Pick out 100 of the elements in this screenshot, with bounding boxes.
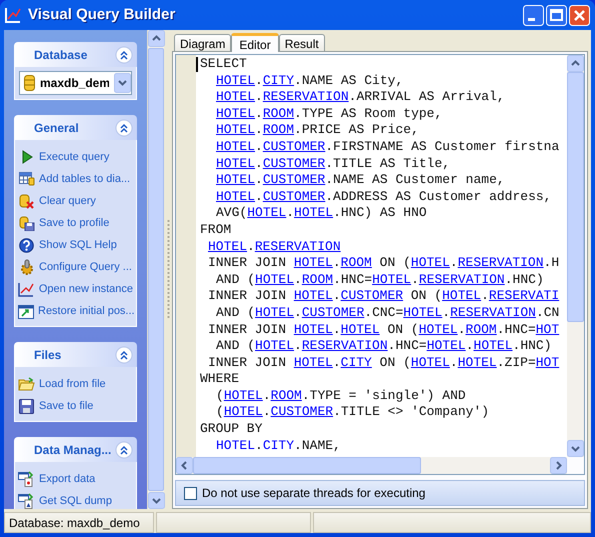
table-link[interactable]: HOTEL bbox=[294, 205, 334, 220]
scroll-left-icon[interactable] bbox=[176, 457, 193, 474]
scrollbar[interactable] bbox=[567, 55, 584, 457]
table-link[interactable]: ROOM bbox=[340, 255, 372, 270]
table-link[interactable]: ROOM bbox=[270, 388, 302, 403]
table-link[interactable]: ROOM bbox=[262, 106, 294, 121]
table-link[interactable]: HOTEL bbox=[403, 304, 442, 320]
task-link[interactable]: Add tables to dia... bbox=[39, 170, 130, 188]
table-link[interactable]: RESERVATION bbox=[254, 238, 341, 254]
close-icon[interactable] bbox=[569, 4, 590, 26]
table-link[interactable]: HOT bbox=[536, 322, 560, 336]
table-link[interactable]: HOTEL bbox=[410, 255, 450, 270]
table-link[interactable]: HOTEL bbox=[294, 322, 333, 336]
table-link[interactable]: CITY bbox=[340, 354, 372, 370]
table-link[interactable]: CUSTOMER bbox=[270, 404, 334, 420]
table-link[interactable]: HOTEL bbox=[216, 172, 256, 188]
table-link[interactable]: HOTEL bbox=[294, 255, 333, 270]
table-link[interactable]: HOTEL bbox=[340, 322, 380, 336]
task-link[interactable]: Load from file bbox=[39, 376, 106, 392]
minimize-icon[interactable] bbox=[523, 4, 544, 26]
tab[interactable]: Diagram bbox=[174, 34, 232, 51]
table-link[interactable]: RESERVATION bbox=[302, 338, 388, 354]
tab[interactable]: Result bbox=[278, 34, 325, 51]
task-link[interactable]: Clear query bbox=[39, 192, 96, 210]
table-link[interactable]: HOTEL bbox=[208, 238, 248, 254]
dropdown-caret-icon[interactable] bbox=[114, 73, 131, 93]
group-header[interactable]: General bbox=[14, 115, 137, 140]
table-link[interactable]: HOTEL bbox=[216, 156, 256, 171]
table-link[interactable]: RESERVATION bbox=[262, 89, 349, 104]
table-link[interactable]: HOTEL bbox=[216, 106, 256, 121]
tab[interactable]: Editor bbox=[231, 33, 279, 52]
code-line: GROUP BY bbox=[199, 421, 264, 438]
table-link[interactable]: HOTEL bbox=[294, 354, 333, 370]
task-link[interactable]: Execute query bbox=[39, 148, 110, 166]
table-link[interactable]: HOTEL bbox=[442, 288, 482, 304]
table-link[interactable]: HOTEL bbox=[216, 72, 256, 88]
table-link[interactable]: HOT bbox=[536, 354, 560, 370]
scroll-right-icon[interactable] bbox=[550, 457, 567, 474]
table-link[interactable]: CITY bbox=[262, 72, 294, 88]
table-link[interactable]: ROOM bbox=[262, 122, 294, 138]
table-link[interactable]: HOTEL bbox=[216, 138, 256, 154]
table-link[interactable]: HOTEL bbox=[255, 338, 294, 354]
task-link[interactable]: Open new instance bbox=[38, 280, 133, 298]
scroll-down-icon[interactable] bbox=[567, 440, 584, 457]
collapse-icon[interactable] bbox=[115, 118, 133, 136]
scroll-up-icon[interactable] bbox=[148, 30, 165, 47]
table-link[interactable]: HOTEL bbox=[216, 89, 256, 104]
scrollbar[interactable] bbox=[176, 457, 567, 474]
table-link[interactable]: HOTEL bbox=[372, 272, 412, 287]
table-link[interactable]: CUSTOMER bbox=[262, 156, 326, 171]
collapse-icon[interactable] bbox=[115, 440, 133, 458]
table-link[interactable]: RESERVATION bbox=[418, 272, 505, 287]
group-header[interactable]: Data Manag... bbox=[14, 437, 137, 462]
scroll-thumb[interactable] bbox=[567, 72, 584, 322]
table-link[interactable]: HOTEL bbox=[474, 338, 513, 354]
code-line: AND (HOTEL.ROOM.HNC=HOTEL.RESERVATION.HNC) bbox=[215, 272, 545, 288]
table-link[interactable]: HOTEL bbox=[458, 354, 497, 370]
scroll-thumb[interactable] bbox=[193, 457, 421, 474]
task-link[interactable]: Save to file bbox=[39, 398, 94, 414]
table-link[interactable]: HOTEL bbox=[216, 188, 256, 204]
task-link[interactable]: Save to profile bbox=[39, 214, 110, 232]
checkbox[interactable] bbox=[184, 486, 197, 500]
table-link[interactable]: HOTEL bbox=[426, 338, 466, 354]
table-link[interactable]: HOTEL bbox=[255, 272, 294, 287]
code-line: HOTEL.ROOM.PRICE AS Price, bbox=[215, 122, 420, 139]
table-icon bbox=[18, 172, 34, 186]
table-link[interactable]: HOTEL bbox=[294, 288, 333, 304]
table-link[interactable]: RESERVATI bbox=[488, 288, 560, 304]
splitter-grip-icon[interactable] bbox=[166, 220, 170, 320]
task-link[interactable]: Restore initial pos... bbox=[38, 302, 135, 320]
table-link[interactable]: RESERVATION bbox=[458, 255, 544, 270]
table-link[interactable]: CUSTOMER bbox=[262, 138, 326, 154]
table-link[interactable]: CUSTOMER bbox=[340, 288, 404, 304]
code-line: AND (HOTEL.RESERVATION.HNC=HOTEL.HOTEL.HNC) bbox=[215, 338, 553, 355]
table-link[interactable]: HOTEL bbox=[224, 388, 263, 403]
table-link[interactable]: ROOM bbox=[466, 322, 497, 336]
table-link[interactable]: HOTEL bbox=[418, 322, 458, 336]
table-link[interactable]: HOTEL bbox=[410, 354, 450, 370]
scroll-down-icon[interactable] bbox=[148, 492, 165, 509]
collapse-icon[interactable] bbox=[115, 346, 133, 364]
table-link[interactable]: HOTEL bbox=[247, 205, 286, 220]
scroll-up-icon[interactable] bbox=[567, 55, 584, 72]
group-header[interactable]: Files bbox=[14, 342, 137, 367]
table-link[interactable]: RESERVATION bbox=[450, 304, 536, 320]
table-link[interactable]: HOTEL bbox=[255, 304, 294, 320]
database-dropdown[interactable]: maxdb_dem bbox=[19, 71, 132, 95]
task-link[interactable]: Export data bbox=[39, 470, 96, 488]
table-link[interactable]: HOTEL bbox=[224, 404, 263, 420]
group-header[interactable]: Database bbox=[14, 42, 137, 67]
table-link[interactable]: HOTEL bbox=[216, 122, 256, 138]
table-link[interactable]: CUSTOMER bbox=[302, 304, 364, 320]
task-link[interactable]: Show SQL Help bbox=[39, 236, 117, 254]
task-link[interactable]: Get SQL dump bbox=[39, 492, 112, 509]
maximize-icon[interactable] bbox=[546, 4, 567, 26]
table-link[interactable]: ROOM bbox=[302, 272, 334, 287]
code-line: (HOTEL.ROOM.TYPE = 'single') AND bbox=[215, 388, 467, 404]
task-link[interactable]: Configure Query ... bbox=[39, 258, 132, 276]
table-link[interactable]: CUSTOMER bbox=[262, 188, 326, 204]
table-link[interactable]: CUSTOMER bbox=[262, 172, 326, 188]
collapse-icon[interactable] bbox=[115, 46, 133, 64]
